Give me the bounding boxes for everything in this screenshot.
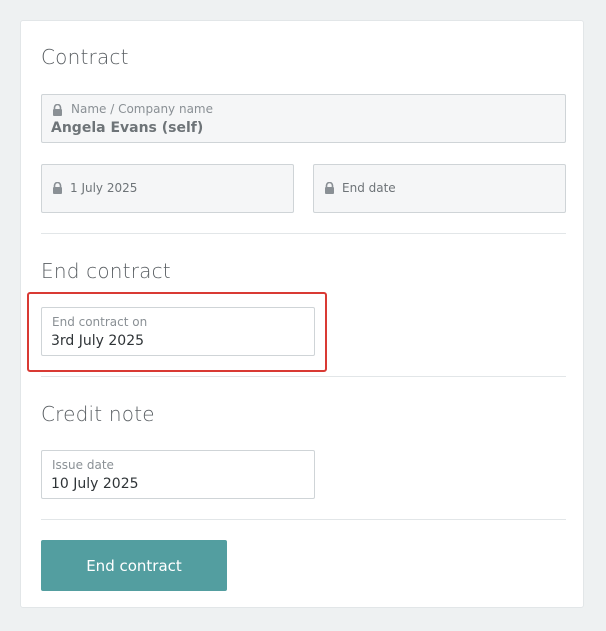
lock-icon — [52, 104, 63, 116]
end-date-field: End date — [313, 164, 566, 213]
contract-card: Contract Name / Company name Angela Evan… — [20, 20, 584, 608]
name-company-field: Name / Company name Angela Evans (self) — [41, 94, 566, 143]
start-date-value: 1 July 2025 — [70, 181, 138, 195]
section-divider — [41, 233, 566, 234]
issue-date-label: Issue date — [52, 458, 114, 472]
issue-date-field[interactable]: Issue date 10 July 2025 — [41, 450, 315, 499]
end-contract-on-label: End contract on — [52, 315, 148, 329]
end-contract-section-title: End contract — [41, 259, 171, 283]
contract-section-title: Contract — [41, 45, 129, 69]
lock-icon — [324, 182, 335, 194]
credit-note-section-title: Credit note — [41, 402, 155, 426]
end-date-placeholder: End date — [342, 181, 396, 195]
name-company-label: Name / Company name — [71, 102, 214, 116]
end-contract-on-field[interactable]: End contract on 3rd July 2025 — [41, 307, 315, 356]
end-contract-button[interactable]: End contract — [41, 540, 227, 591]
issue-date-value: 10 July 2025 — [51, 476, 139, 492]
end-contract-on-value: 3rd July 2025 — [51, 333, 145, 349]
start-date-field: 1 July 2025 — [41, 164, 294, 213]
section-divider — [41, 376, 566, 377]
section-divider — [41, 519, 566, 520]
name-company-value: Angela Evans (self) — [51, 120, 204, 136]
lock-icon — [52, 182, 63, 194]
